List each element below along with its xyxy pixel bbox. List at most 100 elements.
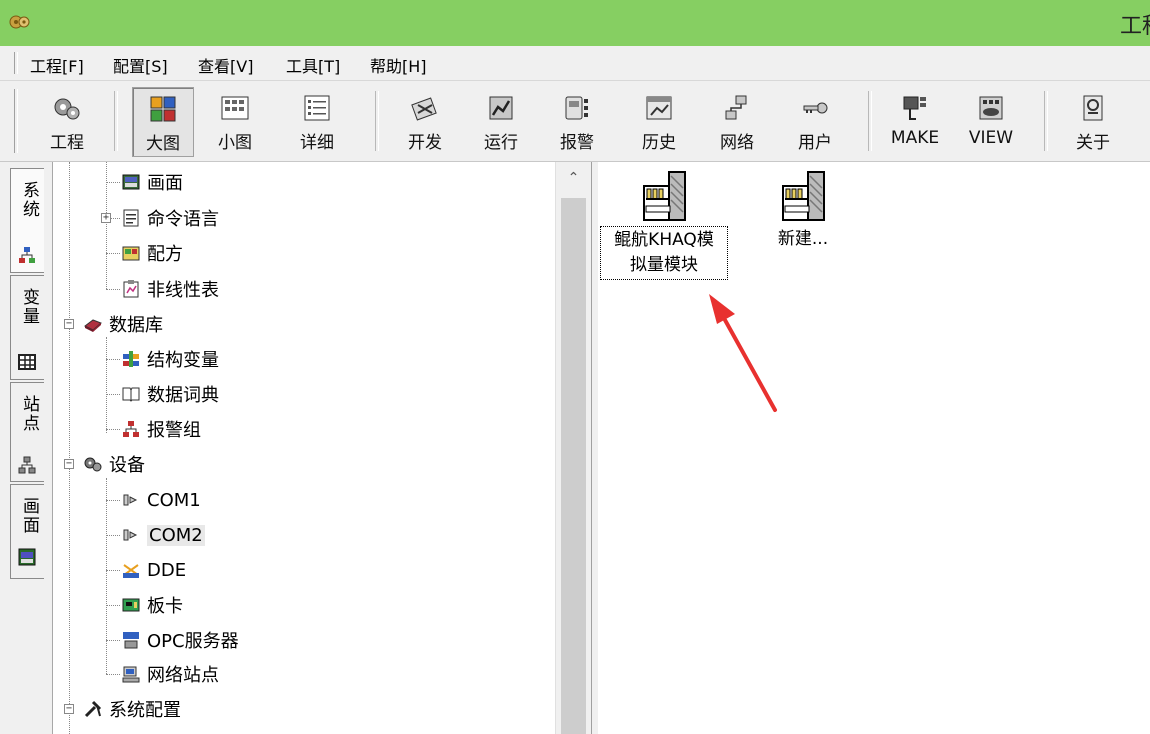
- tree-connector: [106, 605, 120, 606]
- menu-config[interactable]: 配置[S]: [113, 53, 168, 77]
- project-button[interactable]: 工程: [36, 87, 98, 157]
- tree-item-struct-vars[interactable]: 结构变量: [121, 344, 219, 374]
- app-icon[interactable]: [8, 12, 32, 32]
- details-label: 详细: [300, 133, 334, 153]
- toolbar-separator: [375, 91, 379, 151]
- alarm-label: 报警: [560, 133, 594, 153]
- device-item[interactable]: 鲲航KHAQ模 拟量模块: [600, 170, 728, 280]
- menu-tools[interactable]: 工具[T]: [286, 53, 340, 77]
- tree-connector: [106, 337, 107, 433]
- alarm-group-icon: [123, 421, 139, 437]
- tree-item-data-dictionary[interactable]: 数据词典: [121, 379, 219, 409]
- menu-grip[interactable]: [14, 52, 18, 74]
- expand-toggle[interactable]: +: [101, 213, 111, 223]
- tab-stations-label: 站点: [19, 395, 39, 433]
- tab-screens[interactable]: 画面: [10, 484, 44, 579]
- device-icon: [643, 171, 686, 221]
- tree-item-label: COM2: [147, 524, 205, 546]
- network-icon: [725, 95, 747, 120]
- tree-item-recipe[interactable]: 配方: [121, 238, 183, 268]
- board-icon: [122, 598, 140, 612]
- tree-item-label: 网络站点: [147, 665, 219, 686]
- scroll-thumb[interactable]: [561, 198, 586, 734]
- tree-connector: [106, 535, 120, 536]
- tree-item-com1[interactable]: COM1: [121, 485, 201, 515]
- user-label: 用户: [798, 133, 832, 153]
- tree-item-label: 板卡: [147, 596, 183, 617]
- history-button[interactable]: 历史: [628, 87, 690, 157]
- recipe-icon: [122, 246, 140, 261]
- tree-item-label: 画面: [147, 173, 183, 194]
- toolbar-grip[interactable]: [14, 89, 18, 153]
- menu-view[interactable]: 查看[V]: [198, 53, 253, 77]
- small-icons-label: 小图: [218, 133, 252, 153]
- tree-connector: [106, 253, 120, 254]
- tab-system[interactable]: 系统: [10, 168, 44, 273]
- tab-system-label: 系统: [19, 181, 39, 219]
- small-icons-button[interactable]: 小图: [204, 87, 266, 157]
- view-button[interactable]: VIEW: [960, 87, 1022, 157]
- history-icon: [646, 96, 672, 120]
- tree-connector: [106, 182, 120, 183]
- menu-project[interactable]: 工程[F]: [30, 53, 84, 77]
- tree-item-label: DDE: [147, 559, 187, 581]
- tree-item-command-language[interactable]: 命令语言: [121, 203, 219, 233]
- tree-item-label: OPC服务器: [147, 631, 239, 652]
- tree-item-database[interactable]: 数据库: [83, 309, 163, 339]
- alarm-button[interactable]: 报警: [546, 87, 608, 157]
- tree-item-net-station[interactable]: 网络站点: [121, 659, 219, 689]
- tools-icon: [84, 700, 102, 718]
- tree-item-nonlinear-table[interactable]: 非线性表: [121, 274, 219, 304]
- user-button[interactable]: 用户: [784, 87, 846, 157]
- make-label: MAKE: [890, 128, 940, 148]
- tree-connector: [69, 162, 70, 734]
- network-button[interactable]: 网络: [706, 87, 768, 157]
- tree-item-dde[interactable]: DDE: [121, 555, 186, 585]
- view-icon: [979, 96, 1003, 120]
- large-icons-button[interactable]: 大图: [132, 87, 194, 157]
- database-icon: [84, 319, 102, 332]
- small-icons-icon: [221, 96, 249, 120]
- make-button[interactable]: MAKE: [884, 87, 946, 157]
- tree-item-alarm-group[interactable]: 报警组: [121, 414, 201, 444]
- toolbar-separator: [1044, 91, 1048, 151]
- tree-scrollbar[interactable]: ⌃: [555, 162, 591, 734]
- side-tabs: 系统 变量 站点 画面: [0, 162, 53, 734]
- collapse-toggle[interactable]: −: [64, 319, 74, 329]
- tree-item-com2[interactable]: COM2: [121, 520, 205, 550]
- tree-connector: [106, 394, 120, 395]
- run-icon: [489, 96, 513, 120]
- collapse-toggle[interactable]: −: [64, 459, 74, 469]
- tree-connector: [111, 218, 120, 219]
- document-icon: [123, 209, 139, 227]
- book-icon: [122, 387, 140, 402]
- tree-connector: [106, 570, 120, 571]
- menu-help[interactable]: 帮助[H]: [370, 53, 427, 77]
- tab-variables-label: 变量: [19, 288, 39, 326]
- run-button[interactable]: 运行: [470, 87, 532, 157]
- tree-item-partial[interactable]: [121, 728, 147, 734]
- toolbar-separator: [868, 91, 872, 151]
- tree-item-label: COM1: [147, 489, 201, 511]
- toolbar: 工程 大图 小图 详细 开发 运行 报警 历史 网络 用户 MAKE VIEW …: [0, 81, 1150, 162]
- tab-variables[interactable]: 变量: [10, 275, 44, 380]
- collapse-toggle[interactable]: −: [64, 704, 74, 714]
- device-name-line2: 拟量模块: [630, 255, 698, 275]
- develop-button[interactable]: 开发: [394, 87, 456, 157]
- tab-stations[interactable]: 站点: [10, 382, 44, 482]
- tree-item-board[interactable]: 板卡: [121, 590, 183, 620]
- about-button[interactable]: 关于: [1062, 87, 1124, 157]
- struct-icon: [123, 351, 139, 367]
- tree-item-system-config[interactable]: 系统配置: [83, 694, 181, 724]
- network-label: 网络: [720, 133, 754, 153]
- serial-port-icon: [123, 494, 138, 506]
- details-button[interactable]: 详细: [286, 87, 348, 157]
- tree-item-screen[interactable]: 画面: [121, 167, 183, 197]
- scroll-up-icon[interactable]: ⌃: [556, 162, 591, 194]
- tree-connector: [106, 289, 120, 290]
- tree-connector: [106, 478, 107, 674]
- tree-item-opc[interactable]: OPC服务器: [121, 625, 239, 655]
- tree-item-devices[interactable]: 设备: [83, 449, 145, 479]
- large-icons-icon: [150, 96, 176, 122]
- new-device-item[interactable]: 新建...: [758, 170, 848, 253]
